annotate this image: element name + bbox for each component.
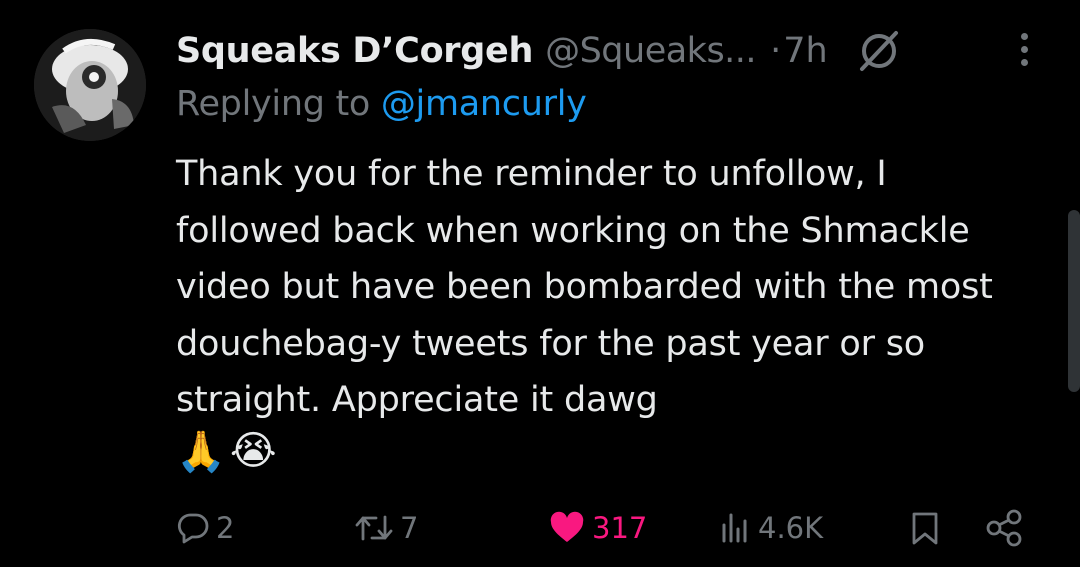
separator-dot: · xyxy=(770,31,782,71)
avatar[interactable] xyxy=(34,29,146,141)
share-button[interactable] xyxy=(984,500,1024,556)
tweet-text: Thank you for the reminder to unfollow, … xyxy=(176,154,993,420)
verified-badge-icon[interactable] xyxy=(854,26,904,76)
more-vertical-icon[interactable] xyxy=(1012,30,1036,74)
retweet-icon xyxy=(354,511,394,545)
heart-icon xyxy=(548,511,586,545)
replying-handle-link[interactable]: @jmancurly xyxy=(381,84,587,124)
bookmark-button[interactable] xyxy=(908,500,942,556)
action-bar: 2 7 317 4.6K xyxy=(0,500,1080,556)
reply-count: 2 xyxy=(216,511,235,545)
like-button[interactable]: 317 xyxy=(548,500,647,556)
reply-button[interactable]: 2 xyxy=(176,500,234,556)
scrollbar-thumb[interactable] xyxy=(1068,210,1080,392)
tweet-card[interactable]: Squeaks D’Corgeh @Squeaks... · 7h Replyi… xyxy=(0,0,1080,567)
comment-bubble-icon xyxy=(176,511,210,545)
tweet-time[interactable]: 7h xyxy=(783,31,827,71)
tweet-emojis: 🙏 😭 xyxy=(176,423,277,479)
folded-hands-emoji: 🙏 xyxy=(176,428,226,475)
replying-prefix: Replying to xyxy=(176,84,381,124)
replying-to: Replying to @jmancurly xyxy=(176,84,587,124)
author-handle[interactable]: @Squeaks... xyxy=(545,31,756,71)
retweet-button[interactable]: 7 xyxy=(354,500,418,556)
avatar-image xyxy=(34,29,146,141)
view-count: 4.6K xyxy=(758,511,824,545)
bookmark-icon xyxy=(908,510,942,546)
views-button[interactable]: 4.6K xyxy=(718,500,823,556)
bar-chart-icon xyxy=(718,511,752,545)
retweet-count: 7 xyxy=(400,511,419,545)
author-name[interactable]: Squeaks D’Corgeh xyxy=(176,31,533,71)
share-icon xyxy=(984,508,1024,548)
crying-face-emoji: 😭 xyxy=(229,428,277,474)
like-count: 317 xyxy=(592,511,648,545)
tweet-header: Squeaks D’Corgeh @Squeaks... · 7h xyxy=(176,26,904,76)
